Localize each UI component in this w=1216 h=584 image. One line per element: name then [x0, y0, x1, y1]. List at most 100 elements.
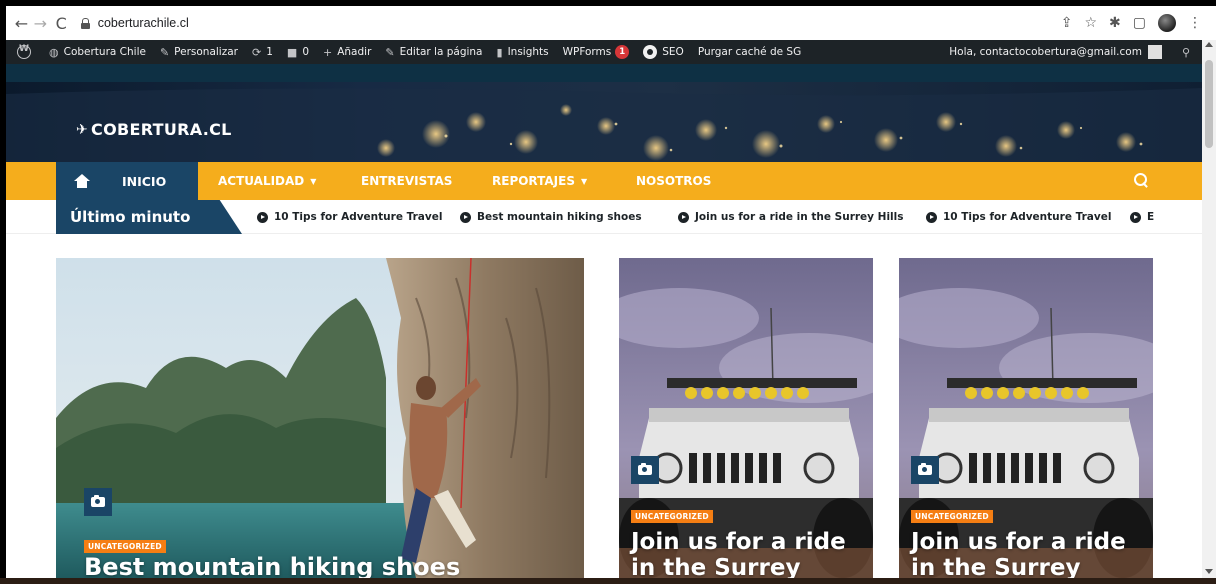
breaking-news-ticker: Último minuto 10 Tips for Adventure Trav…: [6, 200, 1202, 234]
sidebar-icon[interactable]: ▢: [1133, 15, 1146, 31]
customize-button[interactable]: ✎ Personalizar: [153, 40, 245, 64]
page-scrollbar[interactable]: [1202, 40, 1216, 578]
purge-cache-label: Purgar caché de SG: [697, 46, 802, 58]
category-badge[interactable]: UNCATEGORIZED: [631, 510, 713, 523]
extensions-icon[interactable]: ✱: [1109, 15, 1121, 31]
nav-item-home[interactable]: INICIO: [56, 162, 198, 200]
my-account-button[interactable]: Hola, contactocobertura@gmail.com: [942, 40, 1175, 64]
nav-item-inicio-label[interactable]: INICIO: [122, 174, 166, 189]
wpforms-button[interactable]: WPForms 1: [556, 40, 637, 64]
lock-icon[interactable]: [80, 17, 90, 29]
gallery-badge: [84, 488, 112, 516]
star-icon[interactable]: ☆: [1084, 15, 1097, 31]
updates-count: 1: [266, 46, 273, 58]
browser-toolbar: ← → C coberturachile.cl ⇪ ☆ ✱ ▢ ⋮: [6, 6, 1216, 40]
site-name-button[interactable]: ◍ Cobertura Chile: [42, 40, 153, 64]
browser-actions: ⇪ ☆ ✱ ▢ ⋮: [1061, 14, 1216, 32]
bottom-edge-strip: [0, 578, 1216, 584]
comments-button[interactable]: ■ 0: [280, 40, 316, 64]
featured-post-card[interactable]: UNCATEGORIZED Best mountain hiking shoes: [56, 258, 584, 578]
scroll-down-arrow-icon[interactable]: [1205, 569, 1213, 574]
search-icon[interactable]: [1134, 173, 1148, 187]
purge-cache-button[interactable]: Purgar caché de SG: [691, 40, 808, 64]
chevron-down-icon: ▼: [310, 176, 317, 186]
comments-count: 0: [302, 46, 309, 58]
post-card[interactable]: UNCATEGORIZED Join us for a ride in the …: [619, 258, 873, 578]
ticker-item[interactable]: E: [1130, 200, 1154, 234]
arrow-circle-icon: [678, 211, 689, 223]
ticker-item-text: 10 Tips for Adventure Travel: [274, 211, 443, 223]
profile-avatar[interactable]: [1158, 14, 1176, 32]
post-card[interactable]: UNCATEGORIZED Join us for a ride in the …: [899, 258, 1153, 578]
category-badge[interactable]: UNCATEGORIZED: [84, 540, 166, 553]
camera-icon: [91, 495, 105, 507]
forward-arrow-icon[interactable]: →: [33, 12, 48, 34]
site-logo[interactable]: ✈ COBERTURA.CL: [76, 120, 232, 139]
earth-night-lights-image: [6, 88, 1202, 162]
ticker-item[interactable]: Join us for a ride in the Surrey Hills: [678, 200, 904, 234]
post-title[interactable]: Join us for a ride in the Surrey: [631, 529, 863, 578]
address-bar[interactable]: coberturachile.cl: [80, 10, 1061, 36]
greeting-label: Hola, contactocobertura@gmail.com: [949, 46, 1142, 58]
updates-icon: ⟳: [252, 45, 262, 59]
paper-plane-icon: ✈: [76, 121, 89, 138]
arrow-circle-icon: [257, 211, 268, 223]
user-avatar: [1147, 45, 1162, 59]
edit-page-button[interactable]: ✎ Editar la página: [378, 40, 489, 64]
site-logo-text: COBERTURA.CL: [91, 120, 232, 139]
wpforms-label: WPForms: [562, 46, 612, 58]
ticker-item[interactable]: Best mountain hiking shoes: [460, 200, 642, 234]
arrow-circle-icon: [460, 211, 471, 223]
post-title[interactable]: Best mountain hiking shoes: [84, 554, 564, 578]
wpforms-notification-badge: 1: [615, 45, 630, 59]
post-title[interactable]: Join us for a ride in the Surrey: [911, 529, 1143, 578]
customize-label: Personalizar: [174, 46, 238, 58]
add-new-label: Añadir: [337, 46, 372, 58]
edit-page-label: Editar la página: [399, 46, 483, 58]
admin-search-button[interactable]: ⚲: [1175, 40, 1202, 64]
chevron-down-icon: ▼: [580, 176, 588, 186]
admin-bar-right: Hola, contactocobertura@gmail.com ⚲: [942, 40, 1202, 64]
scroll-up-arrow-icon[interactable]: [1205, 42, 1213, 47]
nav-item-nosotros[interactable]: NOSOTROS: [636, 162, 711, 200]
bar-chart-icon: ▮: [496, 45, 503, 59]
add-new-button[interactable]: + Añadir: [316, 40, 378, 64]
search-icon: ⚲: [1181, 45, 1190, 59]
nav-item-actualidad[interactable]: ACTUALIDAD ▼: [218, 162, 316, 200]
share-icon[interactable]: ⇪: [1061, 15, 1073, 31]
nav-item-entrevistas-label: ENTREVISTAS: [361, 174, 453, 188]
scroll-thumb[interactable]: [1205, 60, 1213, 148]
gallery-badge: [911, 456, 939, 484]
site-name-label: Cobertura Chile: [63, 46, 146, 58]
insights-button[interactable]: ▮ Insights: [490, 40, 556, 64]
ticker-item[interactable]: 10 Tips for Adventure Travel: [257, 200, 442, 234]
wp-admin-bar: ◍Cobertura Chile ✎Personalizar ⟳1 ■0 +Añ…: [6, 40, 1202, 64]
comment-icon: ■: [286, 45, 298, 59]
back-arrow-icon[interactable]: ←: [14, 12, 29, 34]
arrow-circle-icon: [1130, 211, 1141, 223]
seo-button[interactable]: SEO: [636, 40, 691, 64]
nav-item-entrevistas[interactable]: ENTREVISTAS: [361, 162, 452, 200]
category-badge[interactable]: UNCATEGORIZED: [911, 510, 993, 523]
brush-icon: ✎: [159, 45, 170, 59]
ticker-item-text: 10 Tips for Adventure Travel: [943, 211, 1112, 223]
ticker-item-text: Join us for a ride in the Surrey Hills: [695, 211, 904, 223]
site-header-banner: ✈ COBERTURA.CL: [6, 64, 1202, 162]
reload-icon[interactable]: C: [54, 12, 69, 34]
ticker-item[interactable]: 10 Tips for Adventure Travel: [926, 200, 1111, 234]
arrow-circle-icon: [926, 211, 937, 223]
ticker-item-text: E: [1147, 211, 1155, 223]
gallery-badge: [631, 456, 659, 484]
wp-logo-button[interactable]: [6, 40, 42, 64]
seo-icon: [643, 45, 658, 59]
browser-window: ← → C coberturachile.cl ⇪ ☆ ✱ ▢ ⋮ ◍ Cober…: [6, 6, 1216, 578]
updates-button[interactable]: ⟳ 1: [245, 40, 280, 64]
ticker-item-text: Best mountain hiking shoes: [477, 211, 642, 223]
menu-icon[interactable]: ⋮: [1188, 15, 1202, 31]
address-url[interactable]: coberturachile.cl: [98, 16, 189, 30]
home-icon[interactable]: [74, 174, 90, 188]
nav-item-reportajes[interactable]: REPORTAJES ▼: [492, 162, 587, 200]
nav-item-reportajes-label: REPORTAJES: [492, 174, 575, 188]
nav-item-nosotros-label: NOSOTROS: [636, 174, 712, 188]
nav-item-actualidad-label: ACTUALIDAD: [218, 174, 305, 188]
